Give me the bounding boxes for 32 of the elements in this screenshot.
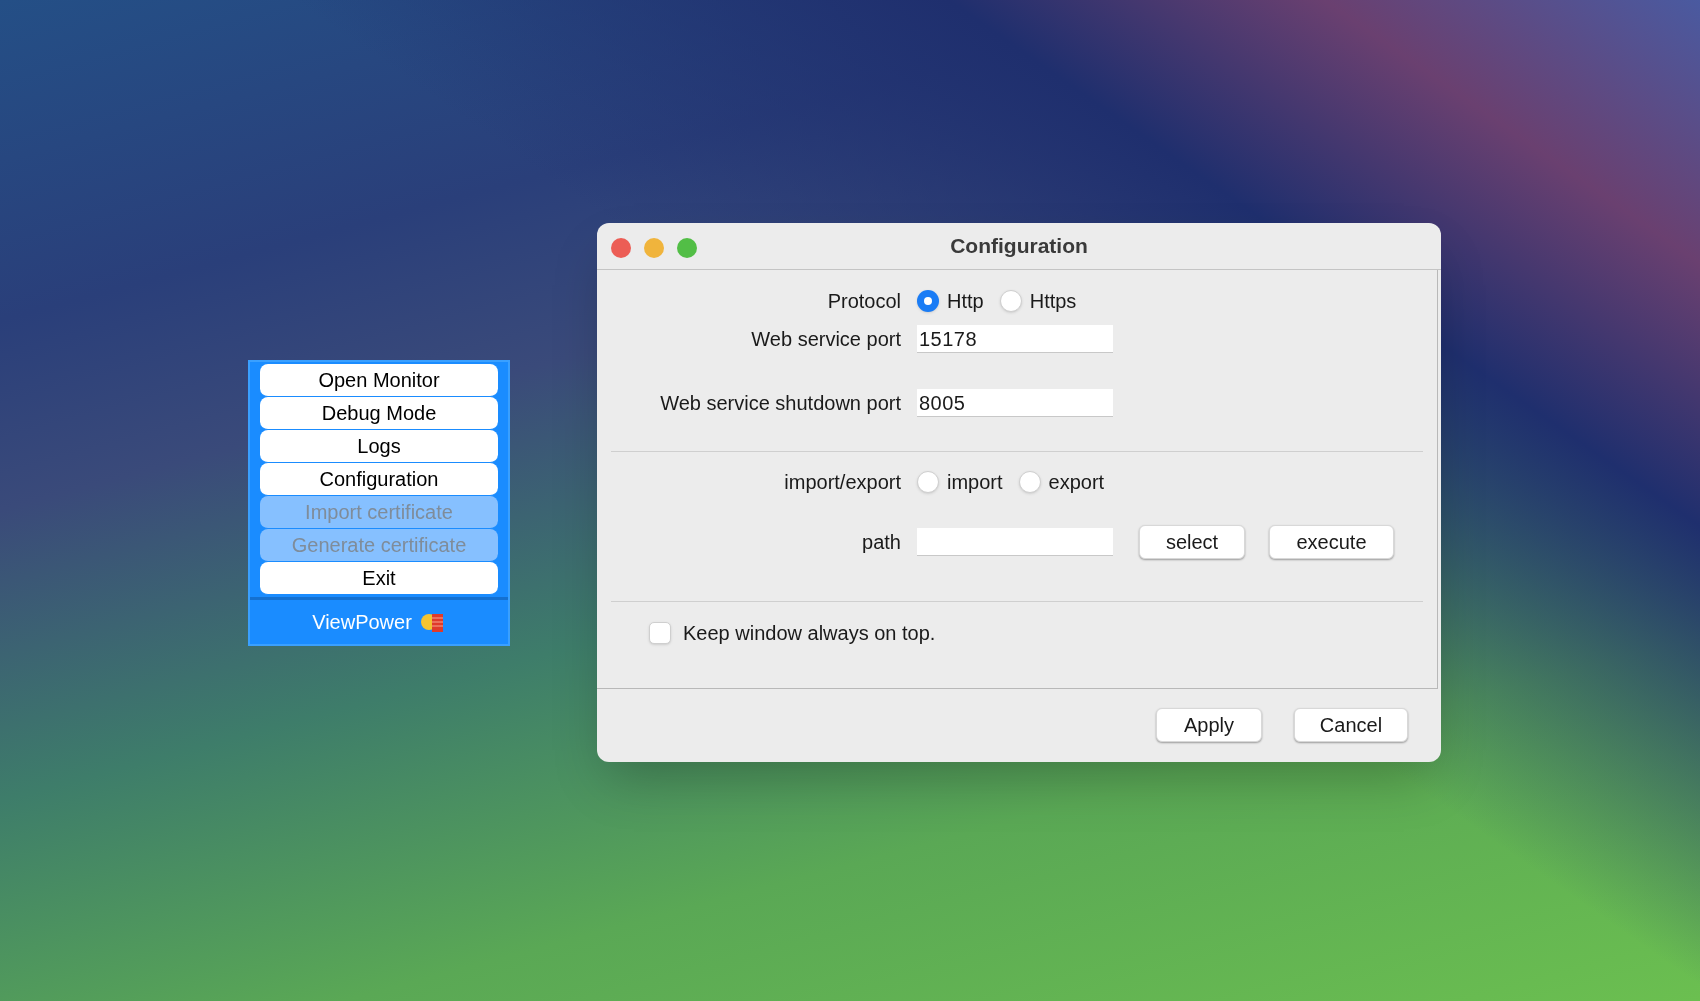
button[interactable]: Apply — [1156, 708, 1262, 742]
field-label: import/export — [783, 470, 901, 495]
button[interactable]: select — [1139, 525, 1245, 559]
menu-item[interactable]: Logs — [260, 430, 498, 463]
radio-label: Https — [1029, 289, 1077, 314]
menu-item[interactable]: Debug Mode — [260, 397, 498, 430]
radio-label: export — [1048, 470, 1105, 495]
window-title: Configuration — [950, 233, 1088, 260]
button[interactable]: Cancel — [1294, 708, 1408, 742]
checkbox[interactable] — [649, 622, 671, 644]
button[interactable]: execute — [1269, 525, 1394, 559]
field-label: Protocol — [826, 289, 901, 314]
menu-item[interactable]: Configuration — [260, 463, 498, 496]
input-field[interactable]: 8005 — [917, 389, 1113, 417]
minimize-button[interactable] — [644, 238, 664, 258]
app-name: ViewPower — [312, 610, 412, 635]
radio-button[interactable] — [917, 471, 939, 493]
checkbox-label: Keep window always on top. — [683, 621, 936, 646]
radio-button[interactable] — [917, 290, 939, 312]
radio-button[interactable] — [1018, 471, 1041, 493]
field-label: Web service port — [750, 327, 901, 352]
input-field[interactable]: 15178 — [917, 325, 1113, 353]
maximize-button[interactable] — [677, 238, 697, 258]
radio-label: Http — [947, 289, 984, 314]
radio-label: import — [947, 470, 1003, 495]
field-label: path — [861, 530, 901, 555]
menu-item[interactable]: Exit — [260, 562, 498, 595]
input-field[interactable] — [917, 528, 1113, 556]
radio-button[interactable] — [999, 290, 1022, 312]
close-button[interactable] — [611, 238, 631, 258]
menu-item[interactable]: Open Monitor — [260, 364, 498, 397]
field-label: Web service shutdown port — [659, 391, 901, 416]
